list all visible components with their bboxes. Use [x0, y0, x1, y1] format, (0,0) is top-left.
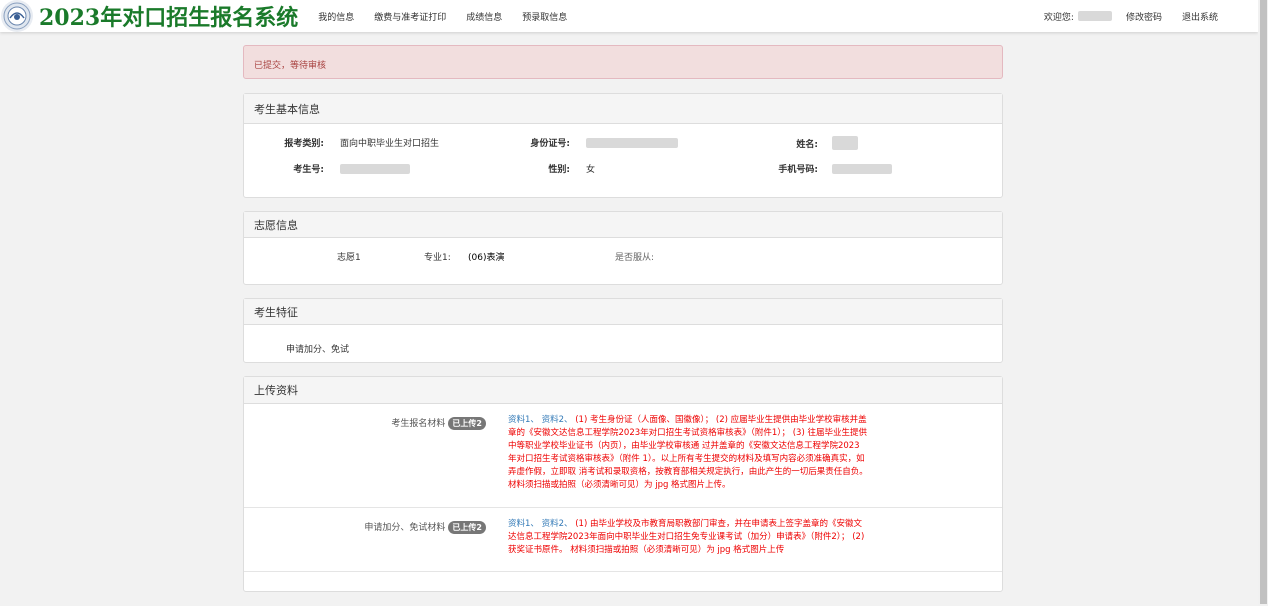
- gender-value: 女: [586, 165, 596, 175]
- exam-no-redacted: [340, 163, 410, 174]
- upload-label: 考生报名材料 已上传2: [391, 416, 486, 430]
- major-value: (06)表演: [468, 253, 505, 263]
- nav-pre-admission[interactable]: 预录取信息: [522, 10, 567, 23]
- upload-label-text: 考生报名材料: [391, 419, 446, 429]
- gender-row: 性别: 女: [494, 162, 595, 175]
- upload-row-bonus: 申请加分、免试材料 已上传2 资料1、 资料2、 (1) 由毕业学校及市教育局职教…: [244, 508, 1002, 572]
- upload-label-text: 申请加分、免试材料: [364, 523, 446, 533]
- username-redacted: [1077, 11, 1112, 21]
- uploaded-badge: 已上传2: [448, 521, 486, 534]
- exam-no-row: 考生号:: [244, 162, 410, 175]
- top-navbar: 2023年对口招生报名系统 我的信息 缴费与准考证打印 成绩信息 预录取信息 欢…: [0, 0, 1258, 32]
- name-row: 姓名:: [744, 136, 858, 150]
- phone-row: 手机号码:: [744, 162, 892, 175]
- category-row: 报考类别: 面向中职毕业生对口招生: [244, 136, 439, 149]
- obey-label: 是否服从:: [615, 253, 655, 263]
- upload-label: 申请加分、免试材料 已上传2: [364, 520, 486, 534]
- status-message: 已提交，等待审核: [254, 61, 327, 71]
- id-number-redacted: [586, 137, 678, 148]
- gender-label: 性别:: [548, 165, 570, 175]
- upload-description: 资料1、 资料2、 (1) 由毕业学校及市教育局职教部门审查，并在申请表上签字盖…: [508, 518, 868, 557]
- panel-heading: 考生特征: [244, 299, 1002, 325]
- volunteer-choice-label: 志愿1: [337, 253, 361, 263]
- major-label: 专业1:: [424, 253, 451, 263]
- page-scrollbar[interactable]: [1258, 0, 1268, 606]
- nav-payment-admission-ticket[interactable]: 缴费与准考证打印: [374, 10, 446, 23]
- name-label: 姓名:: [796, 139, 818, 150]
- school-logo: [1, 0, 33, 32]
- basic-info-panel: 考生基本信息 报考类别: 面向中职毕业生对口招生 身份证号: 姓名: 考生号: …: [243, 93, 1003, 198]
- phone-redacted: [832, 163, 892, 174]
- panel-heading: 志愿信息: [244, 212, 1002, 238]
- volunteer-panel: 志愿信息 志愿1 专业1: (06)表演 是否服从:: [243, 211, 1003, 285]
- requirements-text: (1) 考生身份证（人面像、国徽像）； (2) 应届毕业生提供由毕业学校审核并盖…: [508, 415, 868, 490]
- nav-my-info[interactable]: 我的信息: [318, 10, 354, 23]
- status-alert: 已提交，等待审核: [243, 45, 1003, 79]
- welcome-text: 欢迎您:: [1043, 12, 1074, 23]
- category-label: 报考类别:: [284, 139, 324, 149]
- upload-description: 资料1、 资料2、 (1) 考生身份证（人面像、国徽像）； (2) 应届毕业生提…: [508, 414, 868, 492]
- upload-row-registration: 考生报名材料 已上传2 资料1、 资料2、 (1) 考生身份证（人面像、国徽像）；…: [244, 405, 1002, 508]
- id-label: 身份证号:: [530, 139, 570, 149]
- features-value: 申请加分、免试: [286, 345, 350, 355]
- features-panel: 考生特征 申请加分、免试: [243, 298, 1003, 363]
- id-row: 身份证号:: [494, 136, 678, 149]
- scrollbar-thumb[interactable]: [1260, 0, 1267, 604]
- panel-heading: 考生基本信息: [244, 94, 1002, 124]
- name-redacted: [832, 136, 858, 150]
- logout-link[interactable]: 退出系统: [1182, 10, 1218, 23]
- phone-label: 手机号码:: [778, 165, 818, 175]
- change-password-link[interactable]: 修改密码: [1126, 10, 1162, 23]
- system-title: 2023年对口招生报名系统: [39, 5, 299, 31]
- panel-heading: 上传资料: [244, 377, 1002, 404]
- uploads-panel: 上传资料 考生报名材料 已上传2 资料1、 资料2、 (1) 考生身份证（人面像、…: [243, 376, 1003, 592]
- exam-no-label: 考生号:: [293, 165, 324, 175]
- user-menu: 欢迎您: 修改密码 退出系统: [1044, 10, 1218, 23]
- uploaded-badge: 已上传2: [448, 417, 486, 430]
- category-value: 面向中职毕业生对口招生: [340, 139, 440, 149]
- nav-scores[interactable]: 成绩信息: [466, 10, 502, 23]
- material-links[interactable]: 资料1、 资料2、: [508, 519, 573, 529]
- material-links[interactable]: 资料1、 资料2、: [508, 415, 573, 425]
- main-nav: 我的信息 缴费与准考证打印 成绩信息 预录取信息: [318, 10, 587, 23]
